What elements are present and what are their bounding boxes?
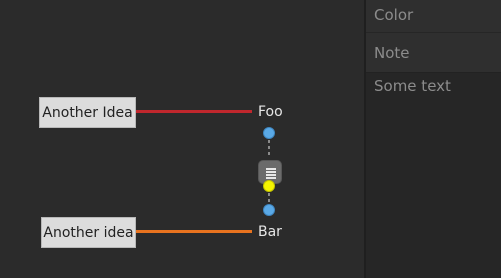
link-line-foo[interactable] — [136, 110, 252, 113]
connector-dashed-line-lower — [268, 193, 270, 203]
middle-port-handle[interactable] — [263, 180, 275, 192]
idea-node-label: Another Idea — [42, 104, 133, 121]
divider — [366, 32, 501, 33]
top-port-handle[interactable] — [263, 127, 275, 139]
color-label: Color — [374, 6, 414, 24]
idea-node-another-idea-2[interactable]: Another idea — [41, 217, 136, 248]
bottom-port-handle[interactable] — [263, 204, 275, 216]
note-text: Some text — [374, 77, 451, 95]
idea-node-label: Another idea — [43, 224, 134, 241]
note-label: Note — [374, 44, 410, 62]
node-foo[interactable]: Foo — [258, 104, 283, 120]
app-window: Another Idea Foo Another idea Bar Color … — [0, 0, 501, 278]
mind-map-canvas[interactable]: Another Idea Foo Another idea Bar — [0, 0, 364, 278]
connector-dashed-line — [268, 140, 270, 158]
link-line-bar[interactable] — [136, 230, 252, 233]
idea-node-another-idea-1[interactable]: Another Idea — [39, 97, 136, 128]
note-textarea[interactable]: Some text — [366, 72, 501, 278]
properties-sidebar: Color Note Some text — [364, 0, 501, 278]
node-foo-label: Foo — [258, 104, 283, 120]
node-bar-label: Bar — [258, 224, 282, 240]
node-bar[interactable]: Bar — [258, 224, 282, 240]
